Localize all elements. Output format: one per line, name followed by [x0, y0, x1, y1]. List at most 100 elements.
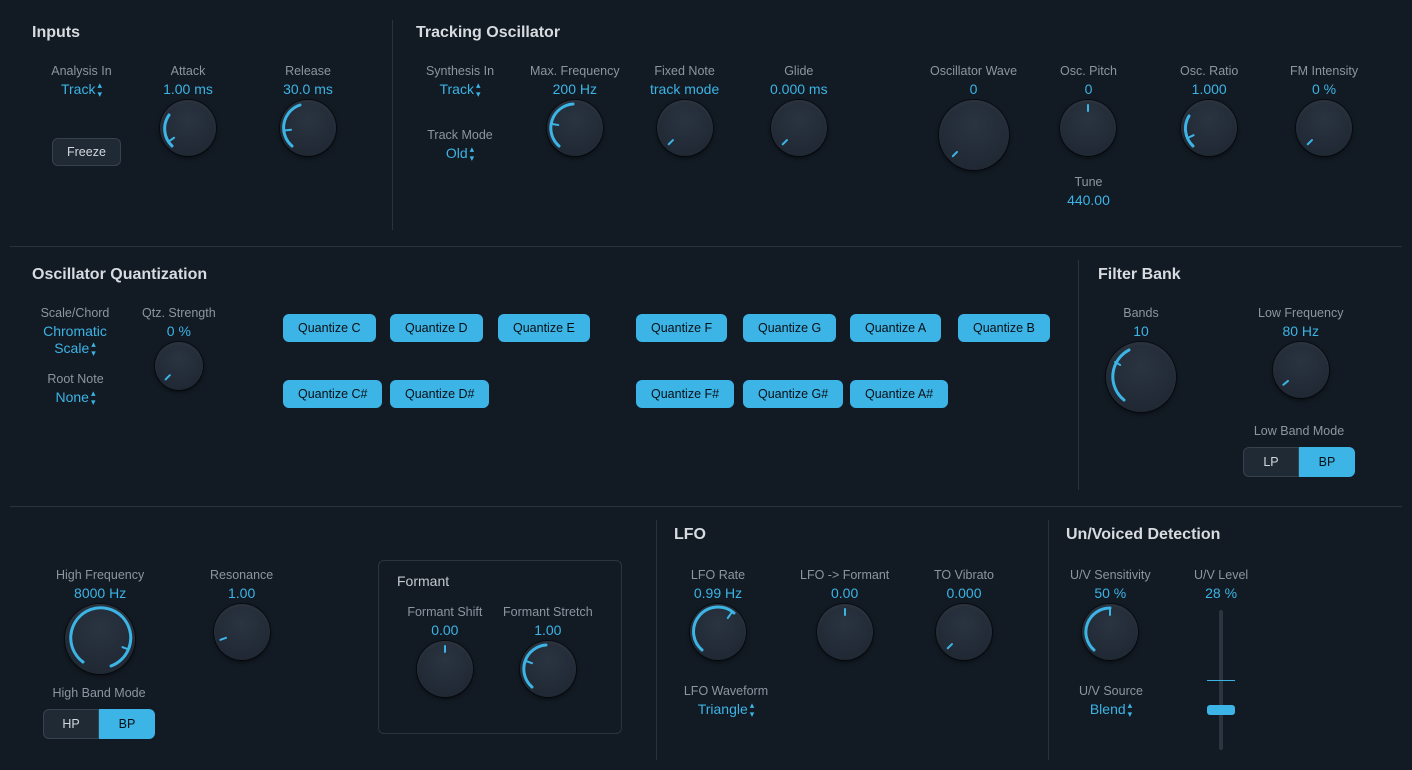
- to-vibrato-value[interactable]: 0.000: [946, 585, 981, 601]
- osc-wave-value[interactable]: 0: [970, 81, 978, 97]
- release-value[interactable]: 30.0 ms: [283, 81, 333, 97]
- osc-ratio-knob[interactable]: [1181, 100, 1237, 156]
- quantize-c-button[interactable]: Quantize C: [283, 314, 376, 342]
- attack-value[interactable]: 1.00 ms: [163, 81, 213, 97]
- osc-wave-knob[interactable]: [939, 100, 1009, 170]
- low-freq-control: Low Frequency 80 Hz: [1258, 306, 1343, 398]
- high-mode-hp-button[interactable]: HP: [43, 709, 99, 739]
- high-freq-value[interactable]: 8000 Hz: [74, 585, 126, 601]
- quant-title: Oscillator Quantization: [32, 266, 207, 284]
- osc-ratio-control: Osc. Ratio 1.000: [1180, 64, 1238, 156]
- fixed-note-control: Fixed Note track mode: [650, 64, 719, 156]
- lfo-waveform-dropdown[interactable]: LFO Waveform Triangle▴▾: [676, 684, 776, 719]
- osc-pitch-knob[interactable]: [1060, 100, 1116, 156]
- to-vibrato-knob[interactable]: [936, 604, 992, 660]
- bands-value[interactable]: 10: [1133, 323, 1149, 339]
- osc-ratio-value[interactable]: 1.000: [1192, 81, 1227, 97]
- quantize-a-button[interactable]: Quantize A: [850, 314, 941, 342]
- fixed-note-value[interactable]: track mode: [650, 81, 719, 97]
- uv-sensitivity-control: U/V Sensitivity 50 %: [1070, 568, 1151, 660]
- divider-vertical: [392, 20, 393, 230]
- quantize-fsharp-button[interactable]: Quantize F#: [636, 380, 734, 408]
- freeze-button[interactable]: Freeze: [52, 138, 121, 166]
- quantize-csharp-button[interactable]: Quantize C#: [283, 380, 382, 408]
- lfo-rate-knob[interactable]: [690, 604, 746, 660]
- uv-level-slider[interactable]: [1219, 610, 1223, 750]
- quantize-e-button[interactable]: Quantize E: [498, 314, 590, 342]
- osc-pitch-value[interactable]: 0: [1085, 81, 1093, 97]
- uv-title: Un/Voiced Detection: [1066, 526, 1220, 544]
- fm-intensity-control: FM Intensity 0 %: [1290, 64, 1358, 156]
- track-mode-dropdown[interactable]: Track Mode Old▴▾: [420, 128, 500, 163]
- low-mode-bp-button[interactable]: BP: [1299, 447, 1355, 477]
- fm-value[interactable]: 0 %: [1312, 81, 1336, 97]
- root-note-dropdown[interactable]: Root Note None▴▾: [38, 372, 113, 407]
- uv-source-dropdown[interactable]: U/V Source Blend▴▾: [1066, 684, 1156, 719]
- divider-horizontal: [10, 246, 1402, 247]
- lfo-formant-value[interactable]: 0.00: [831, 585, 858, 601]
- divider-vertical: [1078, 260, 1079, 490]
- divider-horizontal: [10, 506, 1402, 507]
- uv-sens-value[interactable]: 50 %: [1094, 585, 1126, 601]
- filterbank-title: Filter Bank: [1098, 266, 1181, 284]
- lfo-formant-knob[interactable]: [817, 604, 873, 660]
- release-knob[interactable]: [280, 100, 336, 156]
- attack-knob[interactable]: [160, 100, 216, 156]
- quantize-f-button[interactable]: Quantize F: [636, 314, 727, 342]
- quantize-asharp-button[interactable]: Quantize A#: [850, 380, 948, 408]
- formant-shift-knob[interactable]: [417, 641, 473, 697]
- low-band-mode-control: Low Band Mode LP BP: [1244, 424, 1354, 477]
- high-band-mode-control: High Band Mode HP BP: [44, 686, 154, 739]
- analysis-in-dropdown[interactable]: Analysis In Track▴▾: [44, 64, 119, 99]
- formant-stretch-value[interactable]: 1.00: [534, 622, 561, 638]
- low-freq-knob[interactable]: [1273, 342, 1329, 398]
- tune-value[interactable]: 440.00: [1067, 192, 1110, 208]
- release-control: Release 30.0 ms: [280, 64, 336, 156]
- uv-level-value[interactable]: 28 %: [1205, 585, 1237, 601]
- quantize-b-button[interactable]: Quantize B: [958, 314, 1050, 342]
- max-freq-value[interactable]: 200 Hz: [553, 81, 597, 97]
- formant-stretch-knob[interactable]: [520, 641, 576, 697]
- synthesis-in-dropdown[interactable]: Synthesis In Track▴▾: [420, 64, 500, 99]
- low-freq-value[interactable]: 80 Hz: [1282, 323, 1319, 339]
- inputs-title: Inputs: [32, 24, 80, 42]
- high-mode-bp-button[interactable]: BP: [99, 709, 155, 739]
- glide-value[interactable]: 0.000 ms: [770, 81, 828, 97]
- to-vibrato-control: TO Vibrato 0.000: [934, 568, 994, 660]
- uv-sens-knob[interactable]: [1082, 604, 1138, 660]
- attack-label: Attack: [171, 64, 206, 78]
- updown-icon: ▴▾: [750, 701, 755, 719]
- quantize-d-button[interactable]: Quantize D: [390, 314, 483, 342]
- resonance-knob[interactable]: [214, 604, 270, 660]
- max-freq-knob[interactable]: [547, 100, 603, 156]
- glide-knob[interactable]: [771, 100, 827, 156]
- resonance-value[interactable]: 1.00: [228, 585, 255, 601]
- quantize-dsharp-button[interactable]: Quantize D#: [390, 380, 489, 408]
- qtz-strength-knob[interactable]: [155, 342, 203, 390]
- quantize-gsharp-button[interactable]: Quantize G#: [743, 380, 843, 408]
- scale-chord-dropdown[interactable]: Scale/Chord Chromatic Scale▴▾: [30, 306, 120, 358]
- fm-knob[interactable]: [1296, 100, 1352, 156]
- updown-icon: ▴▾: [91, 340, 96, 358]
- formant-box: Formant Formant Shift 0.00 Formant Stret…: [378, 560, 622, 734]
- fixed-note-knob[interactable]: [657, 100, 713, 156]
- filterbank-section: Filter Bank: [1098, 266, 1181, 284]
- lfo-section: LFO: [674, 526, 706, 544]
- lfo-rate-value[interactable]: 0.99 Hz: [694, 585, 742, 601]
- low-mode-lp-button[interactable]: LP: [1243, 447, 1299, 477]
- uv-section: Un/Voiced Detection: [1066, 526, 1220, 544]
- release-label: Release: [285, 64, 331, 78]
- updown-icon: ▴▾: [476, 81, 481, 99]
- qtz-strength-value[interactable]: 0 %: [167, 323, 191, 339]
- high-freq-knob[interactable]: [65, 604, 135, 674]
- tune-label: Tune: [1074, 175, 1102, 189]
- lfo-title: LFO: [674, 526, 706, 544]
- formant-shift-value[interactable]: 0.00: [431, 622, 458, 638]
- divider-vertical: [656, 520, 657, 760]
- quantize-g-button[interactable]: Quantize G: [743, 314, 836, 342]
- bands-knob[interactable]: [1106, 342, 1176, 412]
- formant-stretch-control: Formant Stretch 1.00: [503, 605, 593, 697]
- max-freq-control: Max. Frequency 200 Hz: [530, 64, 620, 156]
- updown-icon: ▴▾: [1128, 701, 1133, 719]
- tracking-section: Tracking Oscillator: [416, 24, 560, 42]
